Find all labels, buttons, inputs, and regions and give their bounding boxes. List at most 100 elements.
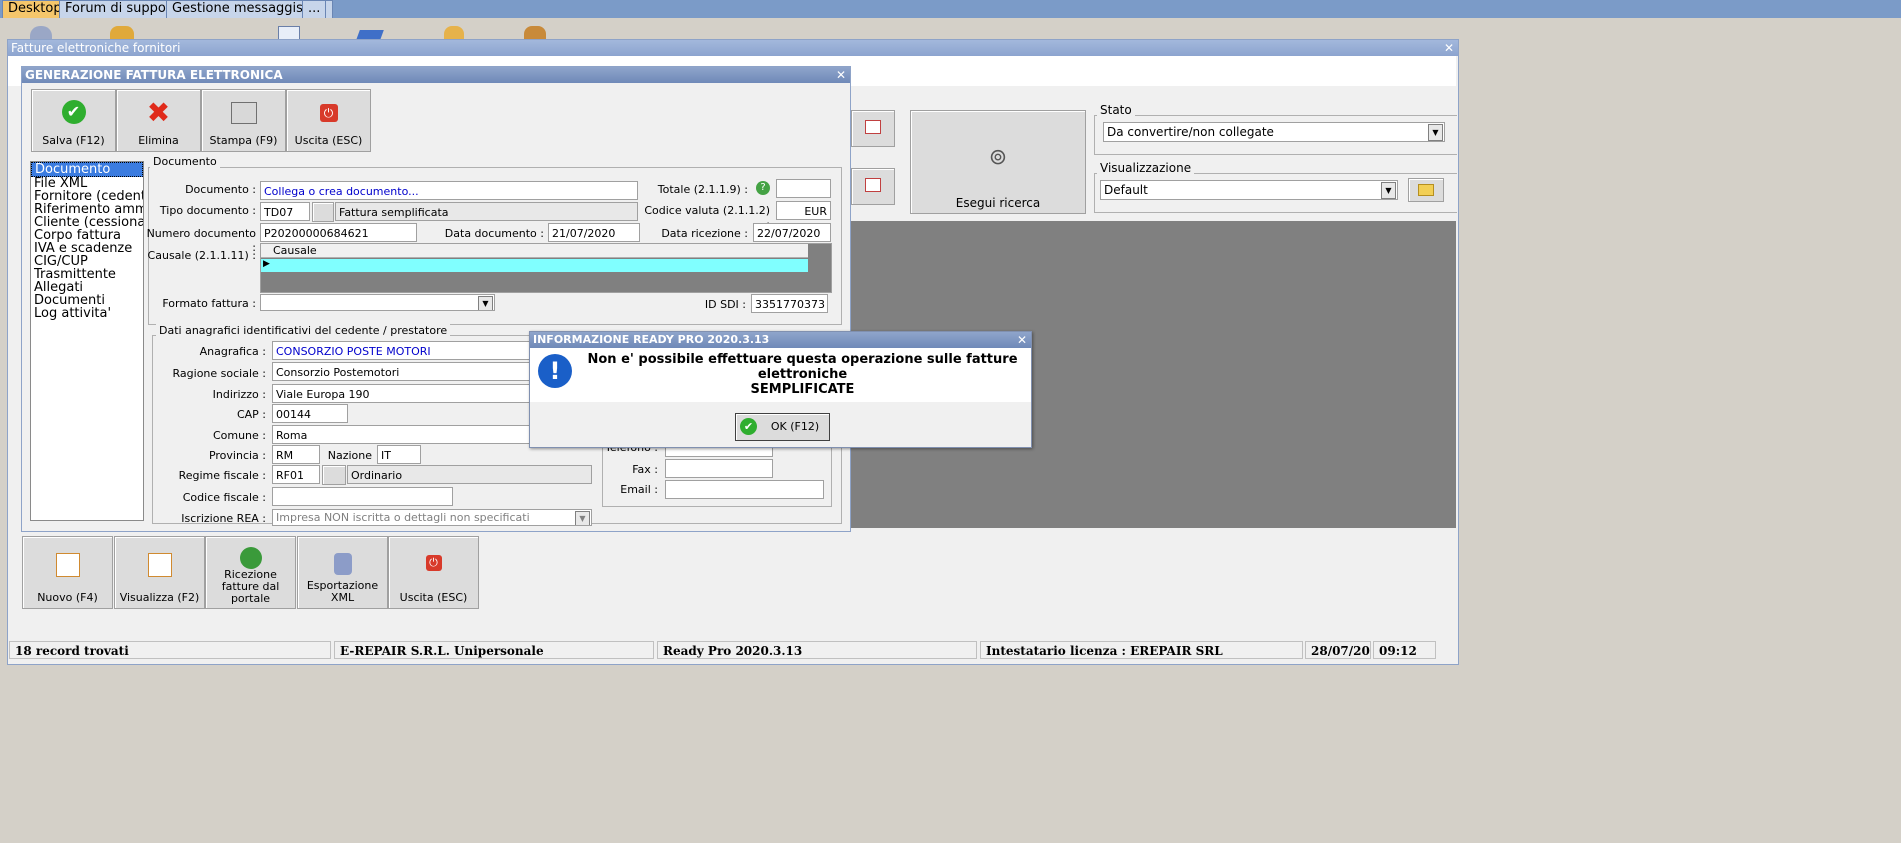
nav-item-trasmittente[interactable]: Trasmittente [31,268,143,281]
regime-fiscale-field[interactable]: RF01 [272,465,320,484]
nav-item-allegati[interactable]: Allegati [31,281,143,294]
nav-item-documenti[interactable]: Documenti [31,294,143,307]
codice-fiscale-label: Codice fiscale : [182,491,266,504]
anagrafica-field[interactable]: CONSORZIO POSTE MOTORI [272,341,530,360]
iscrizione-rea-select[interactable]: Impresa NON iscritta o dettagli non spec… [272,509,592,526]
folder-icon [1418,184,1434,196]
chevron-down-icon[interactable]: ▼ [1428,124,1443,141]
causale-grid[interactable]: Causale ▶ [260,243,832,293]
main-window-title: Fatture elettroniche fornitori [11,41,181,55]
codice-valuta-field[interactable]: EUR [776,201,831,220]
nuovo-button[interactable]: Nuovo (F4) [22,536,113,609]
visualizza-button[interactable]: Visualizza (F2) [114,536,205,609]
tab-desktop[interactable]: Desktop [2,0,68,18]
close-icon[interactable]: ✕ [1444,40,1454,56]
close-icon[interactable]: ✕ [1017,332,1027,348]
indirizzo-label: Indirizzo : [212,388,266,401]
uscita-main-button[interactable]: ⏻ Uscita (ESC) [388,536,479,609]
id-sdi-field[interactable]: 3351770373 [751,294,828,313]
tipo-documento-label: Tipo documento : [159,204,256,217]
nav-item-cig-cup[interactable]: CIG/CUP [31,255,143,268]
calendar-button[interactable] [851,168,895,205]
status-time: 09:12 [1373,641,1436,659]
stampa-label: Stampa (F9) [209,134,278,147]
provincia-label: Provincia : [208,449,266,462]
exit-icon: ⏻ [425,555,442,571]
id-sdi-label: ID SDI : [704,298,746,311]
esegui-ricerca-button[interactable]: ⊚ Esegui ricerca [910,110,1086,214]
exit-icon: ⏻ [319,104,338,122]
desktop-icon[interactable] [524,26,546,40]
desktop-icon[interactable] [444,26,464,40]
calendar-icon [865,120,881,134]
stato-select[interactable]: Da convertire/non collegate ▼ [1103,122,1445,142]
comune-label: Comune : [212,429,266,442]
comune-field[interactable]: Roma [272,425,530,444]
desktop-icon[interactable] [30,26,52,40]
folder-button[interactable] [1408,178,1444,202]
causale-row-selected[interactable] [261,259,808,272]
tab-more[interactable]: ... [302,0,327,18]
provincia-field[interactable]: RM [272,445,320,464]
esportazione-xml-button[interactable]: Esportazione XML [297,536,388,609]
nav-item-log-attivita[interactable]: Log attivita' [31,307,143,320]
indirizzo-field[interactable]: Viale Europa 190 [272,384,530,403]
ricezione-button[interactable]: Ricezione fatture dal portale [205,536,296,609]
documento-label: Documento : [185,183,256,196]
salva-label: Salva (F12) [42,134,105,147]
nuovo-label: Nuovo (F4) [37,591,98,604]
totale-label: Totale (2.1.1.9) : [657,183,748,196]
nav-item-iva-scadenze[interactable]: IVA e scadenze [31,242,143,255]
chevron-down-icon[interactable]: ▼ [1381,182,1396,199]
info-dialog: INFORMAZIONE READY PRO 2020.3.13 ✕ ! Non… [529,331,1032,448]
esportazione-label: Esportazione XML [306,579,379,604]
nav-item-riferimento[interactable]: Riferimento amministrativo [31,203,143,216]
causale-label: Causale (2.1.1.11) : [147,249,256,262]
uscita-dialog-button[interactable]: ⏻ Uscita (ESC) [286,89,371,152]
numero-documento-field[interactable]: P20200000684621 [260,223,417,242]
help-icon[interactable]: ? [756,181,770,195]
ricezione-label: Ricezione fatture dal portale [221,568,280,605]
tipo-documento-field[interactable]: TD07 [260,202,310,221]
nav-item-fornitore[interactable]: Fornitore (cedente) [31,190,143,203]
nazione-field[interactable]: IT [377,445,421,464]
email-label: Email : [620,483,658,496]
documento-link-field[interactable]: Collega o crea documento... [260,181,638,200]
regime-fiscale-lookup-button[interactable] [322,465,346,485]
chevron-down-icon[interactable]: ▼ [478,296,493,310]
tipo-documento-lookup-button[interactable] [312,202,334,222]
codice-fiscale-field[interactable] [272,487,453,506]
fax-field[interactable] [665,459,773,478]
database-export-icon [333,553,352,575]
data-ricezione-field[interactable]: 22/07/2020 [753,223,831,242]
desktop-icon[interactable] [110,26,134,40]
main-window-titlebar: Fatture elettroniche fornitori ✕ [8,40,1458,56]
ok-button[interactable]: ✔ OK (F12) [735,413,830,441]
printer-icon [230,102,257,124]
chevron-down-icon[interactable]: ▼ [575,511,590,525]
salva-button[interactable]: ✔ Salva (F12) [31,89,116,152]
ragione-sociale-field[interactable]: Consorzio Postemotori [272,362,530,381]
cap-field[interactable]: 00144 [272,404,348,423]
nav-item-cliente[interactable]: Cliente (cessionario) [31,216,143,229]
email-field[interactable] [665,480,824,499]
regime-fiscale-desc: Ordinario [347,465,592,484]
nav-item-corpo-fattura[interactable]: Corpo fattura [31,229,143,242]
stampa-button[interactable]: Stampa (F9) [201,89,286,152]
info-message-area: ! Non e' possibile effettuare questa ope… [530,348,1031,402]
data-documento-label: Data documento : [444,227,544,240]
data-documento-field[interactable]: 21/07/2020 [548,223,640,242]
visualizzazione-select[interactable]: Default ▼ [1100,180,1398,200]
status-version: Ready Pro 2020.3.13 [657,641,977,659]
formato-fattura-select[interactable]: ▼ [260,294,495,311]
close-icon[interactable]: ✕ [836,67,846,83]
esegui-ricerca-label: Esegui ricerca [955,196,1041,210]
section-nav-list: Documento File XML Fornitore (cedente) R… [30,161,144,521]
nav-item-documento[interactable]: Documento [31,162,143,177]
nav-item-file-xml[interactable]: File XML [31,177,143,190]
elimina-button[interactable]: ✖ Elimina [116,89,201,152]
totale-field[interactable] [776,179,831,198]
tipo-documento-desc: Fattura semplificata [335,202,638,221]
status-company: E-REPAIR S.R.L. Unipersonale [334,641,654,659]
calendar-button[interactable] [851,110,895,147]
